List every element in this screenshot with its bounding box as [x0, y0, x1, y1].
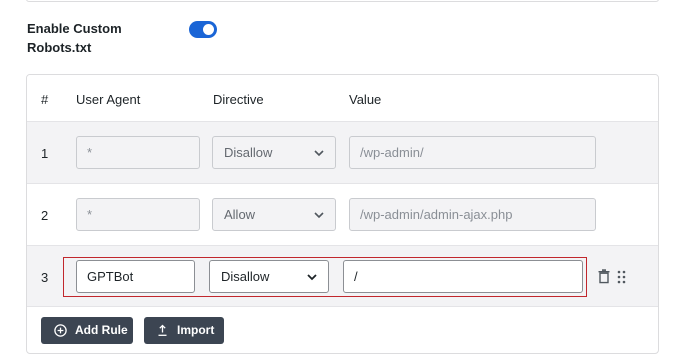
enable-custom-robots-toggle[interactable]	[189, 21, 217, 38]
table-row: 1 * Disallow /wp-admin/	[27, 122, 658, 184]
import-button[interactable]: Import	[144, 317, 224, 344]
previous-section-card	[26, 0, 659, 2]
drag-handle-icon[interactable]	[617, 270, 626, 284]
plus-circle-icon	[54, 324, 67, 337]
chevron-down-icon	[314, 150, 324, 157]
value-field[interactable]: /	[343, 260, 583, 293]
toggle-knob	[203, 24, 214, 35]
value-field[interactable]: /wp-admin/admin-ajax.php	[349, 198, 596, 231]
directive-value: Disallow	[224, 145, 273, 160]
user-agent-field[interactable]: *	[76, 136, 200, 169]
enable-custom-robots-label: Enable Custom Robots.txt	[27, 21, 122, 55]
upload-icon	[158, 324, 167, 336]
add-rule-button[interactable]: Add Rule	[41, 317, 133, 344]
robots-rules-table: # User Agent Directive Value 1 * Disallo…	[26, 74, 659, 354]
row-number: 2	[41, 208, 49, 223]
trash-icon[interactable]	[598, 269, 610, 284]
directive-value: Allow	[224, 207, 256, 222]
header-num: #	[41, 92, 49, 107]
value-field[interactable]: /wp-admin/	[349, 136, 596, 169]
directive-select[interactable]: Disallow	[212, 136, 336, 169]
header-user-agent: User Agent	[76, 92, 141, 107]
table-row: 3 GPTBot Disallow /	[27, 246, 658, 307]
header-value: Value	[349, 92, 382, 107]
directive-value: Disallow	[221, 269, 270, 284]
table-row: 2 * Allow /wp-admin/admin-ajax.php	[27, 184, 658, 246]
add-rule-label: Add Rule	[75, 323, 128, 337]
directive-select[interactable]: Allow	[212, 198, 336, 231]
row-number: 3	[41, 270, 49, 285]
directive-select[interactable]: Disallow	[209, 260, 329, 293]
import-label: Import	[177, 323, 215, 337]
chevron-down-icon	[314, 212, 324, 219]
chevron-down-icon	[307, 274, 317, 281]
user-agent-field[interactable]: GPTBot	[76, 260, 195, 293]
table-header: # User Agent Directive Value	[27, 75, 658, 122]
header-directive: Directive	[213, 92, 264, 107]
row-number: 1	[41, 146, 49, 161]
user-agent-field[interactable]: *	[76, 198, 200, 231]
